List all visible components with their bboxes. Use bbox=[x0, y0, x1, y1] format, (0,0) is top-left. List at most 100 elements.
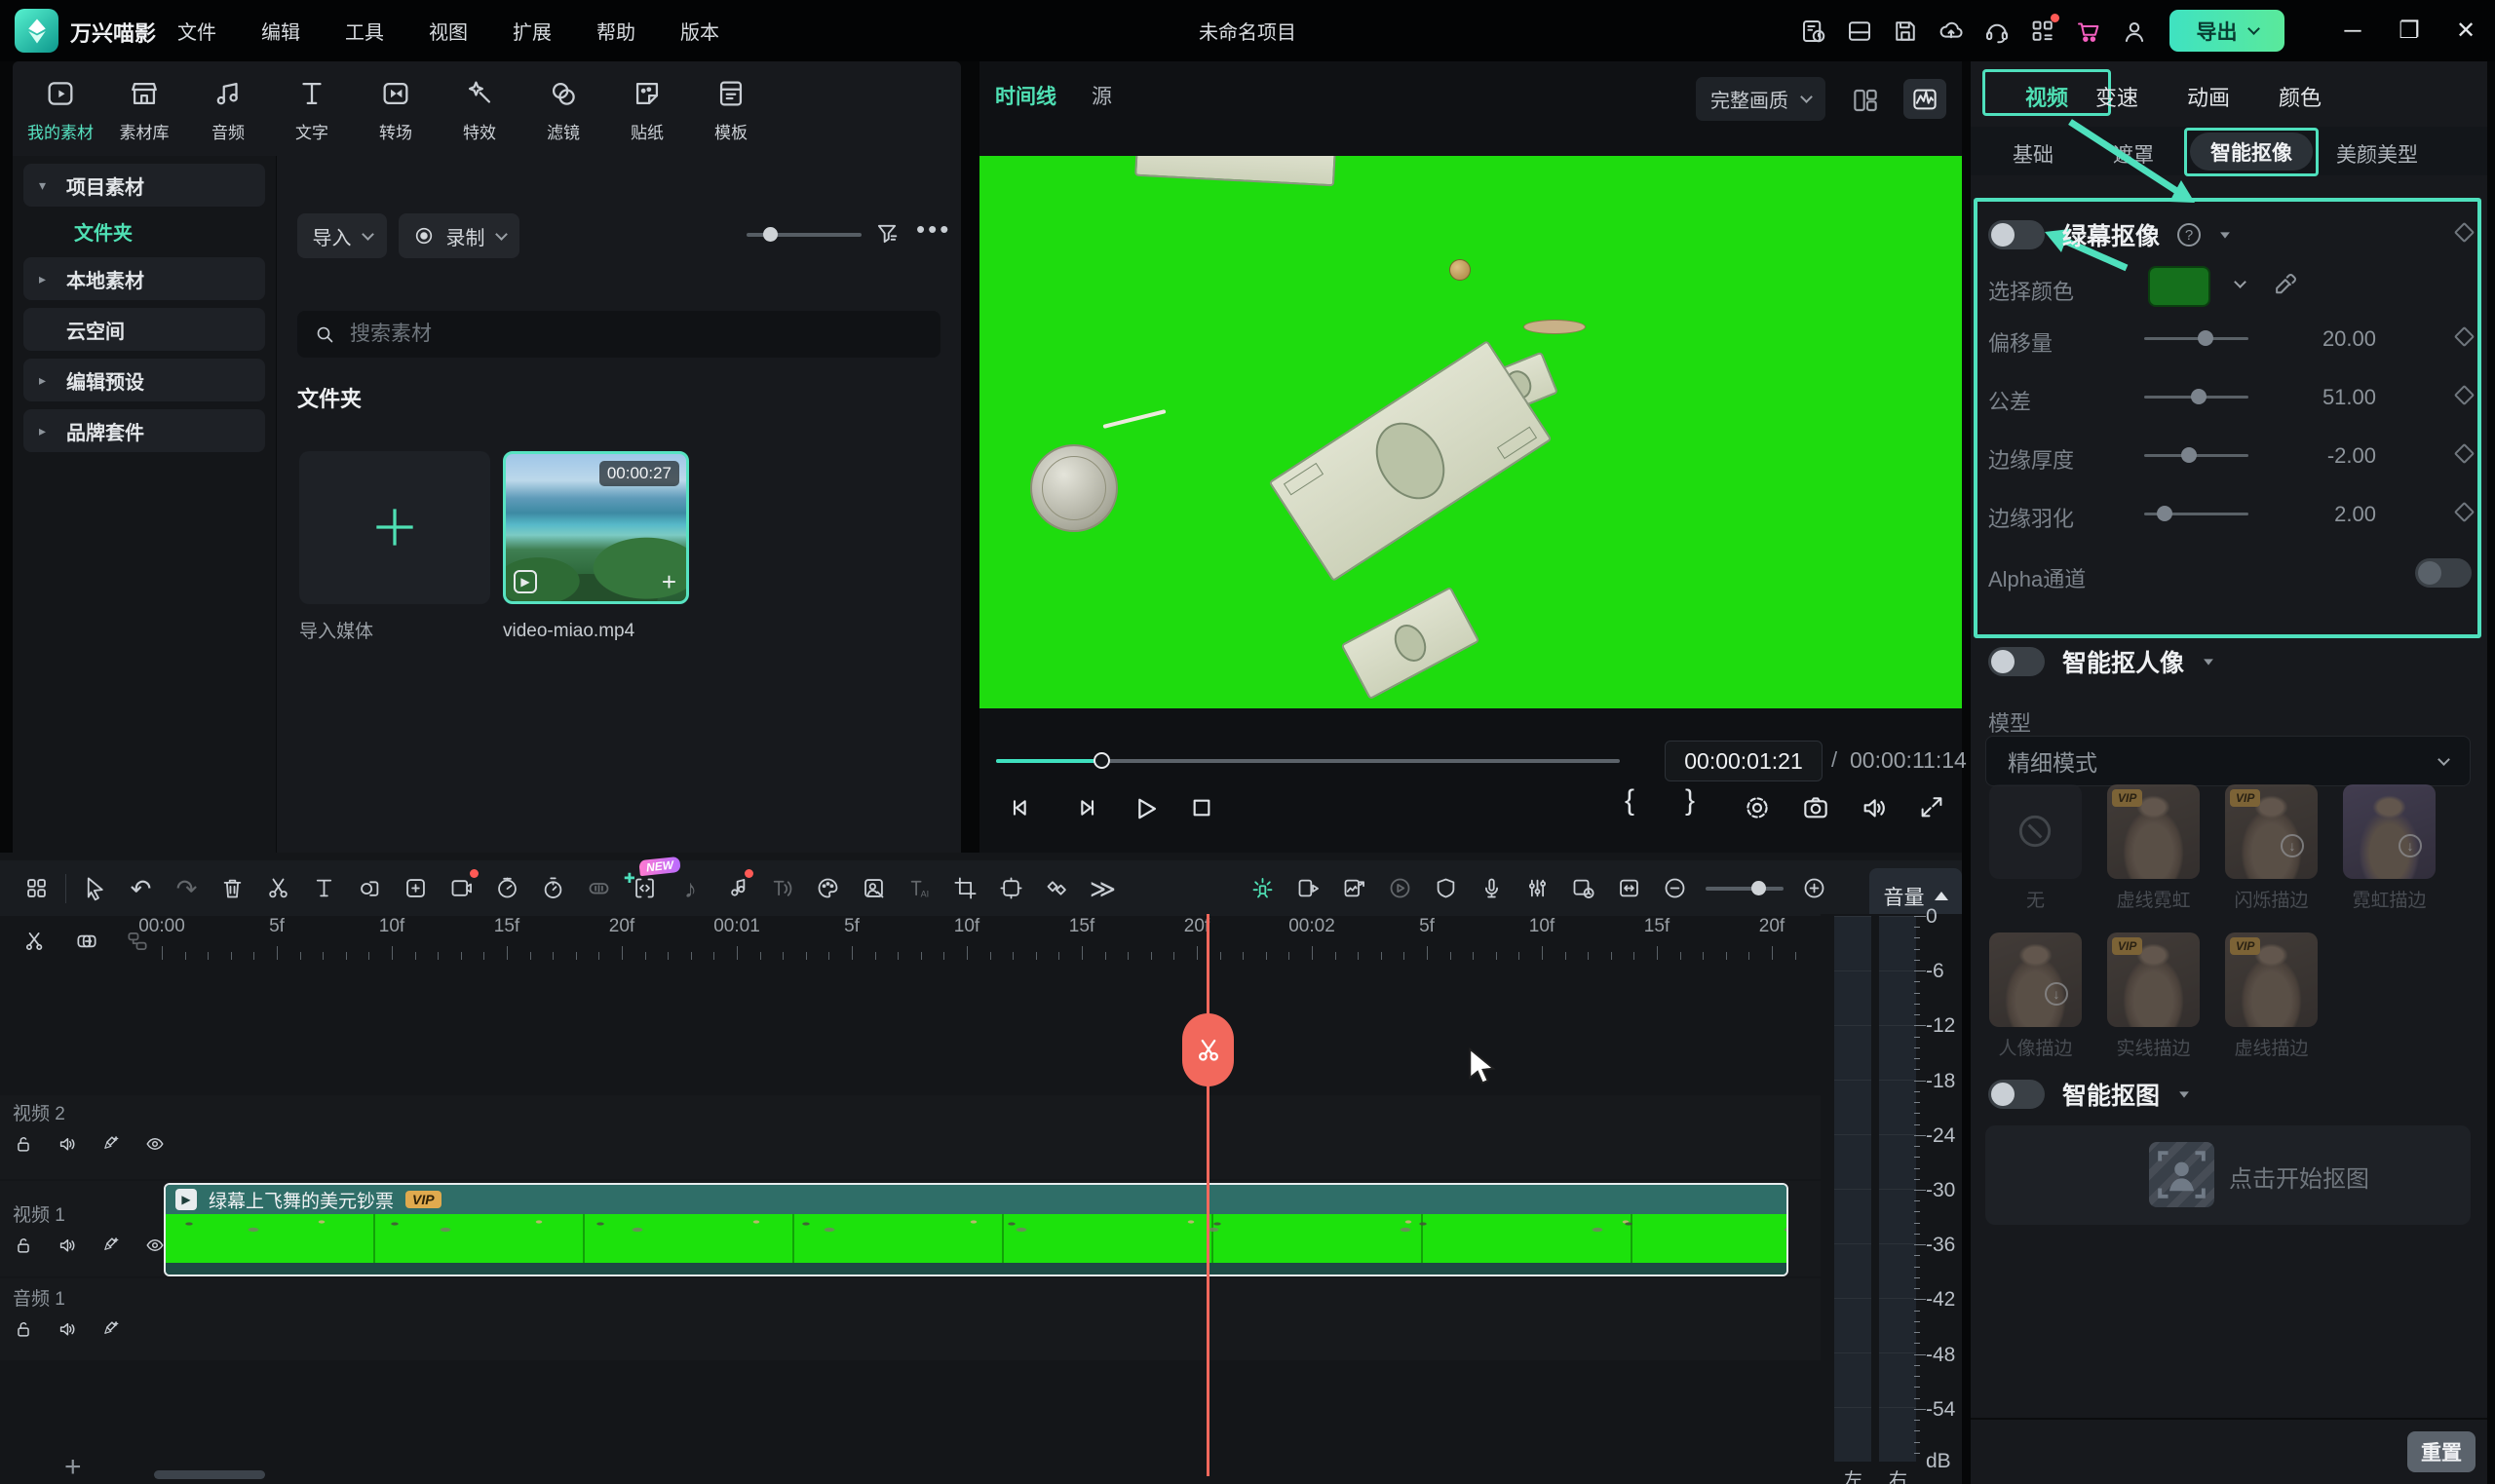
apps-grid-icon[interactable] bbox=[2028, 17, 2057, 46]
collapse-icon[interactable] bbox=[2179, 1091, 2189, 1097]
menu-版本[interactable]: 版本 bbox=[680, 17, 719, 45]
record-button[interactable]: 录制 bbox=[399, 213, 519, 258]
menu-扩展[interactable]: 扩展 bbox=[513, 17, 552, 45]
preview-tab-源[interactable]: 源 bbox=[1092, 81, 1112, 110]
more-options-icon[interactable]: ••• bbox=[916, 214, 951, 245]
timeline-ruler[interactable]: 00:005f10f15f20f00:015f10f15f20f00:025f1… bbox=[0, 914, 1813, 960]
ai-text-icon[interactable]: AI bbox=[897, 860, 942, 916]
menu-帮助[interactable]: 帮助 bbox=[596, 17, 635, 45]
keyframe-diamond-icon[interactable] bbox=[2457, 388, 2472, 402]
portrait-style-闪烁描边[interactable]: VIP↓ bbox=[2225, 784, 2318, 879]
project-history-icon[interactable] bbox=[1799, 17, 1828, 46]
seek-handle[interactable] bbox=[1094, 752, 1110, 769]
portrait-style-虚线霓虹[interactable]: VIP bbox=[2107, 784, 2200, 879]
video-clip-thumbnail[interactable]: 00:00:27 ▶ + bbox=[503, 451, 689, 604]
sidebar-item-品牌套件[interactable]: ▸品牌套件 bbox=[23, 409, 265, 452]
undo-icon[interactable]: ↶ bbox=[118, 860, 164, 916]
track-mute-icon[interactable] bbox=[57, 1318, 78, 1340]
track-ai-voice-icon[interactable] bbox=[100, 1235, 122, 1256]
next-frame-button[interactable] bbox=[1069, 792, 1100, 823]
sidebar-item-文件夹[interactable]: 文件夹 bbox=[23, 212, 265, 249]
track-visibility-icon[interactable] bbox=[144, 1235, 166, 1256]
library-tab-特效[interactable]: 特效 bbox=[438, 65, 521, 155]
sidebar-item-云空间[interactable]: 云空间 bbox=[23, 308, 265, 351]
reset-button[interactable]: 重置 bbox=[2407, 1431, 2476, 1472]
chevron-down-icon[interactable] bbox=[2234, 276, 2246, 288]
portrait-cutout-toggle[interactable] bbox=[1988, 647, 2045, 676]
restore-button[interactable]: ❐ bbox=[2388, 0, 2431, 61]
export-button[interactable]: 导出 bbox=[2169, 10, 2284, 52]
stop-button[interactable] bbox=[1186, 792, 1217, 823]
keyframe-diamond-icon[interactable] bbox=[2457, 225, 2472, 240]
library-tab-滤镜[interactable]: 滤镜 bbox=[521, 65, 605, 155]
keyframe-icon[interactable] bbox=[1034, 860, 1080, 916]
track-mute-icon[interactable] bbox=[57, 1133, 78, 1155]
snapshot-camera-icon[interactable] bbox=[1800, 792, 1831, 823]
import-button[interactable]: 导入 bbox=[297, 213, 387, 258]
collapse-icon[interactable] bbox=[2220, 232, 2230, 238]
menu-视图[interactable]: 视图 bbox=[429, 17, 468, 45]
track-lane-audio1[interactable] bbox=[0, 1278, 1962, 1360]
matting-start-card[interactable]: 点击开始抠图 bbox=[1985, 1125, 2471, 1225]
audio-mixer-icon[interactable] bbox=[1515, 860, 1560, 916]
zoom-out-icon[interactable] bbox=[1652, 860, 1698, 916]
slider-边缘厚度[interactable] bbox=[2144, 454, 2248, 457]
menu-工具[interactable]: 工具 bbox=[345, 17, 384, 45]
speaker-icon[interactable] bbox=[1859, 792, 1890, 823]
portrait-style-无[interactable] bbox=[1989, 784, 2082, 879]
playhead-scissors-handle[interactable] bbox=[1182, 1013, 1234, 1086]
zoom-in-icon[interactable] bbox=[1791, 860, 1837, 916]
account-icon[interactable] bbox=[2120, 17, 2149, 46]
sidebar-item-项目素材[interactable]: ▾项目素材 bbox=[23, 164, 265, 207]
mark-out-button[interactable]: } bbox=[1685, 784, 1695, 818]
ai-music-icon[interactable] bbox=[713, 860, 759, 916]
speed-icon[interactable] bbox=[484, 860, 530, 916]
track-lock-icon[interactable] bbox=[13, 1318, 34, 1340]
audio-music-icon[interactable]: ♪ bbox=[668, 860, 713, 916]
help-icon[interactable]: ? bbox=[2177, 223, 2201, 247]
library-tab-模板[interactable]: 模板 bbox=[689, 65, 773, 155]
slider-边缘羽化[interactable] bbox=[2144, 513, 2248, 515]
color-swatch[interactable] bbox=[2148, 266, 2210, 307]
slider-公差[interactable] bbox=[2144, 396, 2248, 399]
model-select[interactable]: 精细模式 bbox=[1985, 736, 2471, 786]
library-tab-文字[interactable]: 文字 bbox=[270, 65, 354, 155]
timeline-clip[interactable]: ▶ 绿幕上飞舞的美元钞票 VIP bbox=[164, 1183, 1788, 1276]
thumbnail-size-slider[interactable] bbox=[747, 233, 862, 237]
keyframe-diamond-icon[interactable] bbox=[2457, 329, 2472, 344]
video-viewport[interactable] bbox=[979, 156, 1962, 708]
alpha-channel-toggle[interactable] bbox=[2415, 558, 2472, 588]
track-ai-voice-icon[interactable] bbox=[100, 1133, 122, 1155]
save-icon[interactable] bbox=[1891, 17, 1920, 46]
sidebar-item-编辑预设[interactable]: ▸编辑预设 bbox=[23, 359, 265, 401]
snap-icon[interactable] bbox=[1240, 860, 1286, 916]
render-preview-icon[interactable] bbox=[1377, 860, 1423, 916]
support-headset-icon[interactable] bbox=[1982, 17, 2012, 46]
split-icon[interactable] bbox=[255, 860, 301, 916]
add-text-icon[interactable] bbox=[301, 860, 347, 916]
slider-value[interactable]: 2.00 bbox=[2292, 502, 2376, 527]
cloud-upload-icon[interactable] bbox=[1937, 17, 1966, 46]
canvas-border-icon[interactable] bbox=[988, 860, 1034, 916]
current-timecode[interactable]: 00:00:01:21 bbox=[1665, 741, 1823, 781]
keyframe-diamond-icon[interactable] bbox=[2457, 505, 2472, 519]
select-tool-icon[interactable] bbox=[72, 860, 118, 916]
library-tab-转场[interactable]: 转场 bbox=[354, 65, 438, 155]
library-tab-我的素材[interactable]: 我的素材 bbox=[19, 65, 102, 155]
portrait-style-实线描边[interactable]: VIP bbox=[2107, 932, 2200, 1027]
preview-seek-bar[interactable] bbox=[996, 759, 1620, 763]
library-tab-素材库[interactable]: 素材库 bbox=[102, 65, 186, 155]
add-freeze-frame-icon[interactable] bbox=[393, 860, 439, 916]
track-lane-video2[interactable] bbox=[0, 1095, 1962, 1179]
text-to-speech-icon[interactable] bbox=[759, 860, 805, 916]
playback-quality-dropdown[interactable]: 完整画质 bbox=[1696, 77, 1825, 121]
ai-portrait-icon[interactable] bbox=[851, 860, 897, 916]
marker-icon[interactable] bbox=[1423, 860, 1469, 916]
settings-gear-icon[interactable] bbox=[1742, 792, 1773, 823]
workspace-layout-icon[interactable] bbox=[1845, 17, 1874, 46]
mask-icon[interactable] bbox=[347, 860, 393, 916]
play-button[interactable] bbox=[1129, 792, 1162, 825]
add-track-button[interactable]: + bbox=[64, 1451, 82, 1484]
screen-record-icon[interactable] bbox=[439, 860, 484, 916]
mark-in-button[interactable]: { bbox=[1625, 784, 1634, 818]
